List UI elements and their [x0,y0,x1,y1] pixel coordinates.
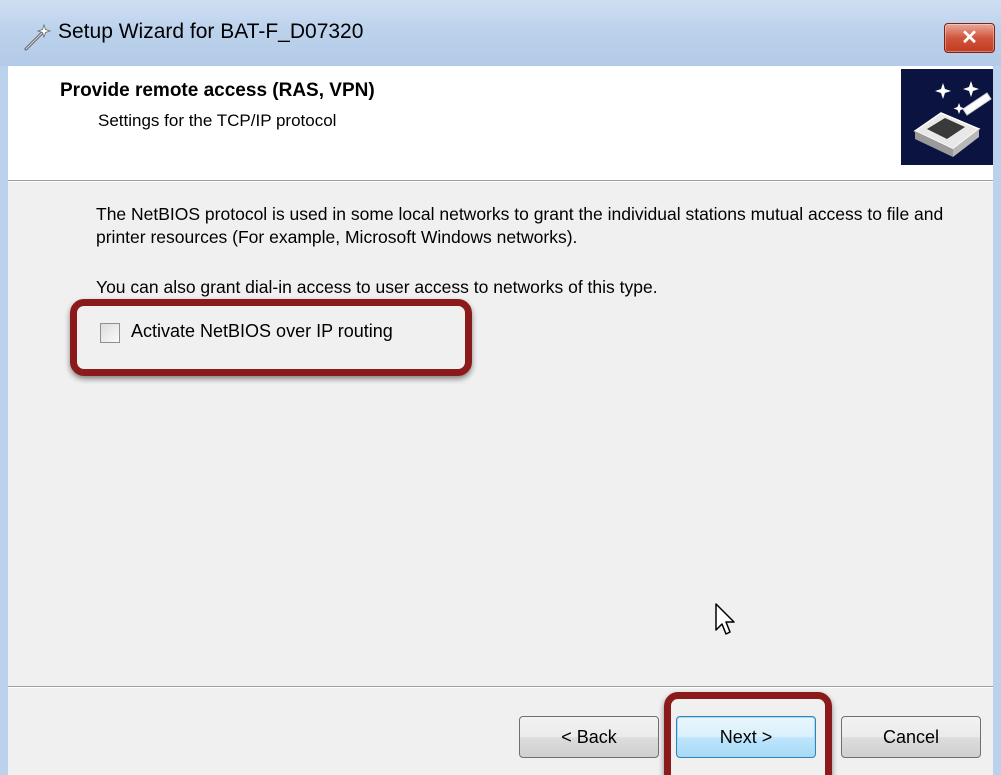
page-title: Provide remote access (RAS, VPN) [60,80,375,101]
next-button-highlight-annotation [664,692,832,775]
back-button[interactable]: < Back [519,716,659,758]
window-title: Setup Wizard for BAT-F_D07320 [58,20,364,43]
cancel-button[interactable]: Cancel [841,716,981,758]
mouse-pointer-icon [715,603,735,635]
dialin-description: You can also grant dial-in access to use… [96,277,658,297]
wizard-client-area: Provide remote access (RAS, VPN) Setting… [8,66,993,775]
wizard-network-icon [901,69,993,165]
title-bar: Setup Wizard for BAT-F_D07320 ✕ [0,0,1001,66]
setup-wizard-window: Setup Wizard for BAT-F_D07320 ✕ Provide … [0,0,1001,775]
footer-separator-highlight [8,687,993,688]
close-button[interactable]: ✕ [944,23,995,53]
page-subtitle: Settings for the TCP/IP protocol [98,111,337,130]
window-frame-left [0,66,8,775]
checkbox-highlight-annotation [70,299,472,376]
close-icon: ✕ [961,27,978,49]
netbios-description: The NetBIOS protocol is used in some loc… [96,204,944,247]
wizard-header: Provide remote access (RAS, VPN) Setting… [8,66,993,180]
window-frame-right [993,66,1001,775]
wizard-wand-icon [24,23,52,51]
header-separator-highlight [8,181,993,182]
